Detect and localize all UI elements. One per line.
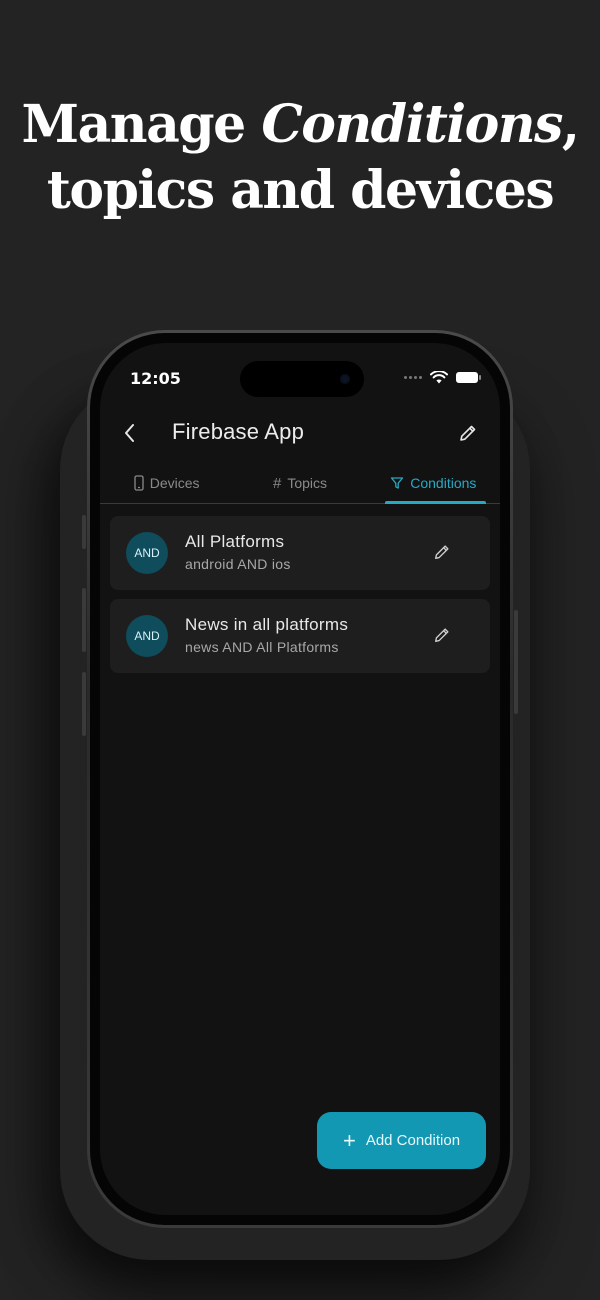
condition-name: All Platforms — [185, 532, 285, 551]
phone-power-button — [514, 610, 518, 714]
status-time: 12:05 — [130, 369, 181, 388]
app-title: Firebase App — [172, 419, 305, 444]
tab-devices[interactable]: Devices — [100, 463, 233, 503]
condition-item[interactable]: AND All Platforms android AND ios — [110, 516, 490, 590]
conditions-list: AND All Platforms android AND ios AND Ne — [110, 516, 490, 682]
condition-expression: android AND ios — [185, 556, 291, 572]
add-condition-label: Add Condition — [365, 1132, 461, 1149]
battery-icon — [456, 372, 481, 383]
condition-name: News in all platforms — [185, 615, 349, 634]
chevron-left-icon — [125, 424, 134, 442]
status-indicators — [404, 371, 481, 384]
app-screen: 12:05 Firebase App Devices # Topics Cond… — [100, 343, 500, 1215]
pencil-icon — [460, 425, 476, 441]
plus-icon: + — [342, 1127, 356, 1153]
phone-volume-down-button — [82, 672, 86, 736]
pencil-icon — [435, 545, 449, 559]
headline-prefix: Manage — [21, 94, 262, 155]
signal-icon — [404, 376, 422, 379]
headline-suffix: , — [561, 94, 580, 155]
tab-topics-label: Topics — [287, 475, 327, 491]
edit-app-button[interactable] — [454, 419, 482, 447]
condition-expression: news AND All Platforms — [185, 639, 339, 655]
edit-condition-button[interactable] — [430, 540, 454, 564]
add-condition-button[interactable]: + Add Condition — [317, 1112, 486, 1169]
dynamic-island — [240, 361, 364, 397]
tab-topics[interactable]: # Topics — [233, 463, 366, 503]
phone-icon — [134, 475, 144, 491]
phone-action-button — [82, 515, 86, 549]
promo-page: Manage Conditions, topics and devices 12… — [0, 0, 600, 1300]
wifi-icon — [430, 371, 448, 384]
tab-devices-label: Devices — [149, 475, 200, 491]
condition-operator-badge: AND — [126, 532, 168, 574]
headline-accent: Conditions — [261, 94, 563, 155]
tab-bar: Devices # Topics Conditions — [100, 463, 500, 504]
pencil-icon — [435, 628, 449, 642]
condition-item[interactable]: AND News in all platforms news AND All P… — [110, 599, 490, 673]
app-bar: Firebase App — [100, 405, 500, 461]
phone-bezel: 12:05 Firebase App Devices # Topics Cond… — [90, 333, 510, 1225]
tab-conditions-label: Conditions — [410, 475, 477, 491]
back-button[interactable] — [116, 419, 144, 447]
filter-icon — [391, 477, 404, 489]
headline-line-1: Manage Conditions, — [0, 92, 600, 158]
camera-icon — [340, 374, 350, 384]
phone-frame: 12:05 Firebase App Devices # Topics Cond… — [87, 330, 513, 1228]
hash-icon: # — [272, 474, 282, 492]
tab-conditions[interactable]: Conditions — [367, 463, 500, 504]
promo-headline: Manage Conditions, topics and devices — [0, 92, 600, 224]
edit-condition-button[interactable] — [430, 623, 454, 647]
headline-line-2: topics and devices — [46, 160, 555, 221]
phone-volume-up-button — [82, 588, 86, 652]
condition-operator-badge: AND — [126, 615, 168, 657]
